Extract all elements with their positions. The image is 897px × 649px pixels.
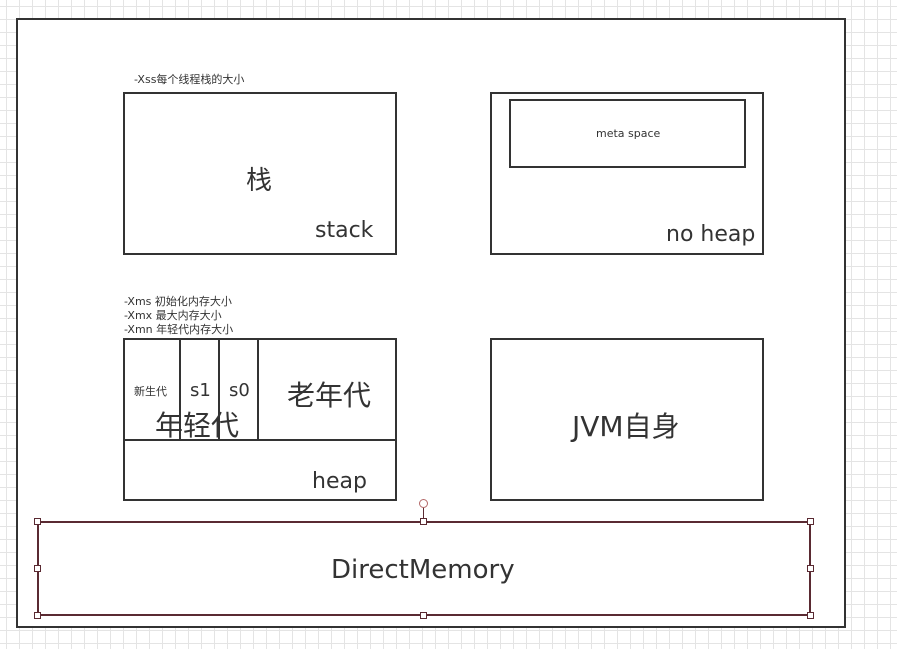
xss-note: -Xss每个线程栈的大小 [134, 73, 245, 86]
s0-label: s0 [229, 380, 250, 401]
resize-handle-top-right[interactable] [807, 518, 814, 525]
resize-handle-right[interactable] [807, 565, 814, 572]
direct-memory-label: DirectMemory [331, 555, 515, 585]
jvm-self-label: JVM自身 [572, 410, 680, 443]
stack-label: stack [315, 218, 374, 243]
xms-note: -Xms 初始化内存大小 [124, 295, 232, 308]
no-heap-label: no heap [666, 222, 756, 247]
resize-handle-bottom-left[interactable] [34, 612, 41, 619]
s1-label: s1 [190, 380, 211, 401]
resize-handle-top[interactable] [420, 518, 427, 525]
meta-space-label: meta space [596, 127, 661, 140]
stack-title: 栈 [246, 166, 273, 196]
resize-handle-left[interactable] [34, 565, 41, 572]
heap-label: heap [312, 469, 367, 494]
xmn-note: -Xmn 年轻代内存大小 [124, 323, 234, 336]
young-generation-label: 年轻代 [155, 409, 240, 442]
resize-handle-top-left[interactable] [34, 518, 41, 525]
old-generation-label: 老年代 [287, 379, 372, 412]
eden-label: 新生代 [134, 385, 167, 398]
s0-old-divider [257, 338, 259, 440]
xmx-note: -Xmx 最大内存大小 [124, 309, 222, 322]
resize-handle-bottom[interactable] [420, 612, 427, 619]
rotate-handle[interactable] [419, 499, 428, 508]
resize-handle-bottom-right[interactable] [807, 612, 814, 619]
